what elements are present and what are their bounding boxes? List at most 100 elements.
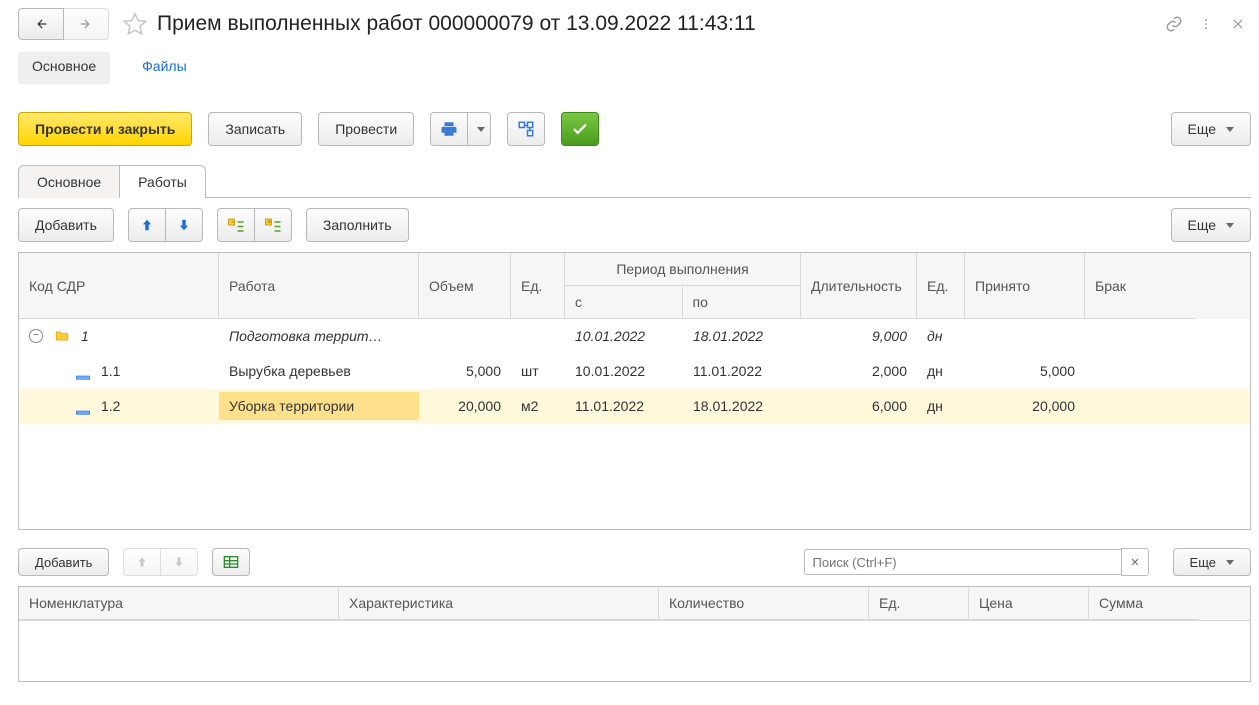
add-material-button[interactable]: Добавить — [18, 548, 109, 576]
close-button[interactable] — [1229, 15, 1247, 33]
kebab-icon — [1199, 15, 1213, 33]
col-duration: Длительность — [801, 253, 917, 319]
favorite-star-button[interactable] — [119, 8, 151, 40]
cell-to: 11.01.2022 — [683, 357, 801, 385]
move-up-button[interactable] — [128, 208, 166, 242]
move-down-button[interactable] — [166, 208, 203, 242]
nav-back-button[interactable] — [18, 8, 64, 40]
col-char: Характеристика — [339, 587, 659, 620]
cell-dur-unit: дн — [917, 392, 965, 420]
cell-from: 10.01.2022 — [565, 322, 683, 350]
pick-button[interactable] — [212, 548, 250, 576]
col-price: Цена — [969, 587, 1089, 620]
col-period: Период выполнения — [565, 253, 800, 286]
col-work: Работа — [219, 253, 419, 319]
caret-down-icon — [1226, 560, 1234, 565]
works-more-button[interactable]: Еще — [1171, 208, 1252, 242]
cell-from: 11.01.2022 — [565, 392, 683, 420]
collapse-tree-icon — [227, 216, 245, 234]
add-row-button[interactable]: Добавить — [18, 208, 114, 242]
printer-icon — [440, 120, 458, 138]
cell-from: 10.01.2022 — [565, 357, 683, 385]
subtab-works[interactable]: Работы — [120, 165, 206, 198]
materials-grid-header: Номенклатура Характеристика Количество Е… — [19, 587, 1250, 620]
cell-to: 18.01.2022 — [683, 392, 801, 420]
structure-icon — [517, 120, 535, 138]
cell-volume: 5,000 — [419, 357, 511, 385]
post-close-button[interactable]: Провести и закрыть — [18, 112, 192, 146]
toolbar-works: Добавить Заполнить Еще — [18, 208, 1251, 242]
more-label: Еще — [1188, 121, 1217, 137]
print-dropdown-button[interactable] — [468, 112, 491, 146]
table-pick-icon — [222, 554, 240, 570]
arrow-down-icon — [173, 555, 185, 569]
table-row[interactable]: −1Подготовка террит…10.01.202218.01.2022… — [19, 319, 1250, 354]
post-button[interactable]: Провести — [318, 112, 414, 146]
cell-defect — [1085, 400, 1195, 412]
move-down-button[interactable] — [161, 548, 198, 576]
caret-down-icon — [1226, 223, 1234, 228]
item-icon — [75, 368, 91, 374]
col-volume: Объем — [419, 253, 511, 319]
search-clear-button[interactable] — [1121, 548, 1149, 576]
cell-unit: м2 — [511, 392, 565, 420]
materials-more-button[interactable]: Еще — [1173, 548, 1251, 576]
col-period-from: с — [565, 286, 683, 318]
print-button[interactable] — [430, 112, 468, 146]
close-icon — [1130, 557, 1140, 567]
toolbar-main: Провести и закрыть Записать Провести Еще — [18, 112, 1251, 146]
link-icon — [1165, 15, 1183, 33]
cell-defect — [1085, 330, 1195, 342]
star-outline-icon — [122, 11, 148, 37]
structure-button[interactable] — [507, 112, 545, 146]
fill-button[interactable]: Заполнить — [306, 208, 409, 242]
col-sum: Сумма — [1089, 587, 1199, 620]
works-grid[interactable]: Код СДР Работа Объем Ед. Период выполнен… — [18, 252, 1251, 530]
section-tab-main[interactable]: Основное — [18, 52, 110, 84]
link-button[interactable] — [1165, 15, 1183, 33]
materials-grid[interactable]: Номенклатура Характеристика Количество Е… — [18, 586, 1251, 682]
col-code: Код СДР — [19, 253, 219, 319]
check-icon — [571, 120, 589, 138]
caret-down-icon — [477, 127, 485, 132]
col-qty: Количество — [659, 587, 869, 620]
col-accepted: Принято — [965, 253, 1085, 319]
nav-forward-button[interactable] — [64, 8, 109, 40]
expand-nodes-button[interactable] — [255, 208, 292, 242]
works-grid-header: Код СДР Работа Объем Ед. Период выполнен… — [19, 253, 1250, 319]
expand-tree-icon — [264, 216, 282, 234]
search-input[interactable] — [804, 549, 1121, 575]
cell-unit — [511, 330, 565, 342]
cell-accepted — [965, 330, 1085, 342]
collapse-nodes-button[interactable] — [217, 208, 255, 242]
materials-grid-body — [19, 620, 1250, 681]
cell-defect — [1085, 365, 1195, 377]
arrow-left-icon — [33, 17, 49, 31]
subtab-main[interactable]: Основное — [18, 165, 120, 198]
page-title: Прием выполненных работ 000000079 от 13.… — [157, 12, 756, 36]
table-row[interactable]: 1.2Уборка территории20,000м211.01.202218… — [19, 389, 1250, 424]
col-item: Номенклатура — [19, 587, 339, 620]
title-bar: Прием выполненных работ 000000079 от 13.… — [18, 8, 1251, 40]
move-up-button[interactable] — [123, 548, 161, 576]
tree-collapse-icon[interactable]: − — [29, 329, 43, 343]
cell-dur-unit: дн — [917, 357, 965, 385]
cell-unit: шт — [511, 357, 565, 385]
cell-accepted: 20,000 — [965, 392, 1085, 420]
section-tab-files[interactable]: Файлы — [128, 52, 200, 84]
arrow-right-icon — [78, 17, 94, 31]
table-row[interactable]: 1.1Вырубка деревьев5,000шт10.01.202211.0… — [19, 354, 1250, 389]
col-period-to: по — [683, 286, 801, 318]
cell-code: 1.1 — [19, 357, 219, 385]
more-button[interactable]: Еще — [1171, 112, 1252, 146]
kebab-menu-button[interactable] — [1197, 15, 1215, 33]
write-button[interactable]: Записать — [208, 112, 302, 146]
cell-to: 18.01.2022 — [683, 322, 801, 350]
item-icon — [75, 403, 91, 409]
cell-code: −1 — [19, 322, 219, 350]
arrow-down-icon — [177, 217, 191, 233]
col-unit2: Ед. — [869, 587, 969, 620]
approve-button[interactable] — [561, 112, 599, 146]
cell-volume — [419, 330, 511, 342]
more-label: Еще — [1188, 217, 1217, 233]
